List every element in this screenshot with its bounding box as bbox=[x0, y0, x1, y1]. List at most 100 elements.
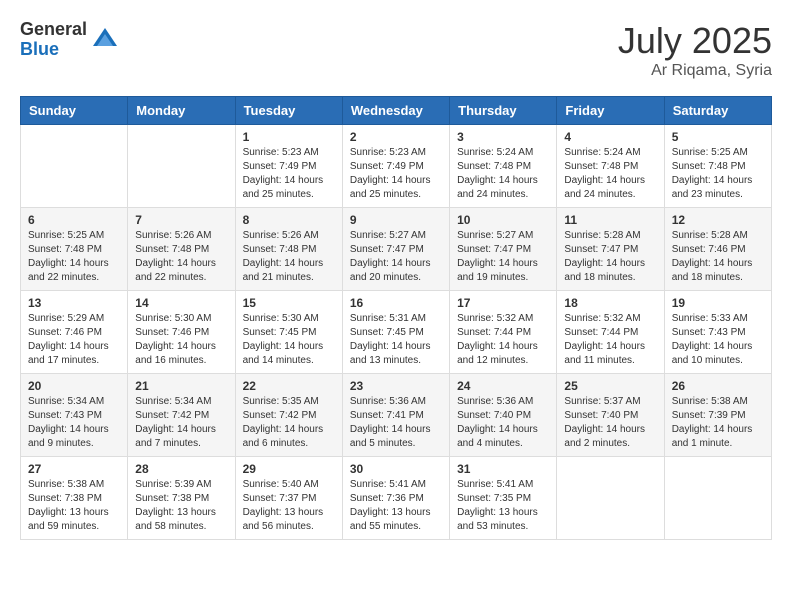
day-detail: Sunrise: 5:36 AMSunset: 7:40 PMDaylight:… bbox=[457, 395, 549, 451]
day-number: 3 bbox=[457, 130, 549, 144]
calendar-cell: 20 Sunrise: 5:34 AMSunset: 7:43 PMDayligh… bbox=[21, 374, 128, 457]
day-number: 25 bbox=[564, 379, 656, 393]
day-header-tuesday: Tuesday bbox=[235, 97, 342, 125]
calendar-cell: 9 Sunrise: 5:27 AMSunset: 7:47 PMDaylight… bbox=[342, 208, 449, 291]
day-detail: Sunrise: 5:23 AMSunset: 7:49 PMDaylight:… bbox=[243, 146, 335, 202]
day-detail: Sunrise: 5:41 AMSunset: 7:35 PMDaylight:… bbox=[457, 478, 549, 534]
calendar-cell: 17Sunrise: 5:32 AMSunset: 7:44 PMDayligh… bbox=[450, 291, 557, 374]
day-number: 19 bbox=[672, 296, 764, 310]
day-detail: Sunrise: 5:38 AMSunset: 7:38 PMDaylight:… bbox=[28, 478, 120, 534]
day-number: 1 bbox=[243, 130, 335, 144]
month-year-title: July 2025 bbox=[618, 20, 772, 62]
calendar-week-row: 1 Sunrise: 5:23 AMSunset: 7:49 PMDaylight… bbox=[21, 125, 772, 208]
day-detail: Sunrise: 5:24 AMSunset: 7:48 PMDaylight:… bbox=[457, 146, 549, 202]
calendar-cell: 24 Sunrise: 5:36 AMSunset: 7:40 PMDayligh… bbox=[450, 374, 557, 457]
calendar-cell bbox=[21, 125, 128, 208]
day-number: 23 bbox=[350, 379, 442, 393]
logo-blue-text: Blue bbox=[20, 40, 87, 60]
day-detail: Sunrise: 5:30 AMSunset: 7:45 PMDaylight:… bbox=[243, 312, 335, 368]
day-number: 12 bbox=[672, 213, 764, 227]
calendar-cell: 8Sunrise: 5:26 AMSunset: 7:48 PMDaylight… bbox=[235, 208, 342, 291]
calendar-cell: 7 Sunrise: 5:26 AMSunset: 7:48 PMDaylight… bbox=[128, 208, 235, 291]
calendar-cell: 2 Sunrise: 5:23 AMSunset: 7:49 PMDaylight… bbox=[342, 125, 449, 208]
day-detail: Sunrise: 5:25 AMSunset: 7:48 PMDaylight:… bbox=[672, 146, 764, 202]
calendar-table: SundayMondayTuesdayWednesdayThursdayFrid… bbox=[20, 96, 772, 540]
day-number: 16 bbox=[350, 296, 442, 310]
day-detail: Sunrise: 5:26 AMSunset: 7:48 PMDaylight:… bbox=[135, 229, 227, 285]
calendar-cell: 12 Sunrise: 5:28 AMSunset: 7:46 PMDayligh… bbox=[664, 208, 771, 291]
day-detail: Sunrise: 5:23 AMSunset: 7:49 PMDaylight:… bbox=[350, 146, 442, 202]
calendar-cell: 1 Sunrise: 5:23 AMSunset: 7:49 PMDaylight… bbox=[235, 125, 342, 208]
day-number: 30 bbox=[350, 462, 442, 476]
day-header-friday: Friday bbox=[557, 97, 664, 125]
calendar-cell: 19 Sunrise: 5:33 AMSunset: 7:43 PMDayligh… bbox=[664, 291, 771, 374]
day-number: 28 bbox=[135, 462, 227, 476]
calendar-week-row: 27 Sunrise: 5:38 AMSunset: 7:38 PMDayligh… bbox=[21, 457, 772, 540]
day-number: 26 bbox=[672, 379, 764, 393]
day-detail: Sunrise: 5:41 AMSunset: 7:36 PMDaylight:… bbox=[350, 478, 442, 534]
calendar-cell: 30 Sunrise: 5:41 AMSunset: 7:36 PMDayligh… bbox=[342, 457, 449, 540]
calendar-cell: 11 Sunrise: 5:28 AMSunset: 7:47 PMDayligh… bbox=[557, 208, 664, 291]
calendar-cell bbox=[128, 125, 235, 208]
location-subtitle: Ar Riqama, Syria bbox=[618, 62, 772, 80]
calendar-cell: 14 Sunrise: 5:30 AMSunset: 7:46 PMDayligh… bbox=[128, 291, 235, 374]
day-header-thursday: Thursday bbox=[450, 97, 557, 125]
day-detail: Sunrise: 5:32 AMSunset: 7:44 PMDaylight:… bbox=[457, 312, 549, 368]
calendar-cell: 13 Sunrise: 5:29 AMSunset: 7:46 PMDayligh… bbox=[21, 291, 128, 374]
calendar-cell: 31Sunrise: 5:41 AMSunset: 7:35 PMDayligh… bbox=[450, 457, 557, 540]
calendar-cell bbox=[557, 457, 664, 540]
page-header: General Blue July 2025 Ar Riqama, Syria bbox=[20, 20, 772, 80]
logo-icon bbox=[91, 26, 119, 54]
day-detail: Sunrise: 5:39 AMSunset: 7:38 PMDaylight:… bbox=[135, 478, 227, 534]
calendar-cell: 25Sunrise: 5:37 AMSunset: 7:40 PMDayligh… bbox=[557, 374, 664, 457]
day-detail: Sunrise: 5:38 AMSunset: 7:39 PMDaylight:… bbox=[672, 395, 764, 451]
day-detail: Sunrise: 5:30 AMSunset: 7:46 PMDaylight:… bbox=[135, 312, 227, 368]
day-number: 27 bbox=[28, 462, 120, 476]
calendar-week-row: 13 Sunrise: 5:29 AMSunset: 7:46 PMDayligh… bbox=[21, 291, 772, 374]
day-header-monday: Monday bbox=[128, 97, 235, 125]
day-number: 6 bbox=[28, 213, 120, 227]
day-number: 11 bbox=[564, 213, 656, 227]
day-detail: Sunrise: 5:27 AMSunset: 7:47 PMDaylight:… bbox=[457, 229, 549, 285]
day-detail: Sunrise: 5:25 AMSunset: 7:48 PMDaylight:… bbox=[28, 229, 120, 285]
day-detail: Sunrise: 5:29 AMSunset: 7:46 PMDaylight:… bbox=[28, 312, 120, 368]
day-number: 13 bbox=[28, 296, 120, 310]
day-detail: Sunrise: 5:28 AMSunset: 7:46 PMDaylight:… bbox=[672, 229, 764, 285]
calendar-cell: 18Sunrise: 5:32 AMSunset: 7:44 PMDayligh… bbox=[557, 291, 664, 374]
day-number: 21 bbox=[135, 379, 227, 393]
calendar-cell: 21 Sunrise: 5:34 AMSunset: 7:42 PMDayligh… bbox=[128, 374, 235, 457]
day-number: 20 bbox=[28, 379, 120, 393]
day-number: 7 bbox=[135, 213, 227, 227]
calendar-cell: 15 Sunrise: 5:30 AMSunset: 7:45 PMDayligh… bbox=[235, 291, 342, 374]
day-detail: Sunrise: 5:31 AMSunset: 7:45 PMDaylight:… bbox=[350, 312, 442, 368]
day-number: 14 bbox=[135, 296, 227, 310]
day-number: 2 bbox=[350, 130, 442, 144]
day-number: 5 bbox=[672, 130, 764, 144]
calendar-week-row: 6 Sunrise: 5:25 AMSunset: 7:48 PMDaylight… bbox=[21, 208, 772, 291]
calendar-cell: 4Sunrise: 5:24 AMSunset: 7:48 PMDaylight… bbox=[557, 125, 664, 208]
calendar-header-row: SundayMondayTuesdayWednesdayThursdayFrid… bbox=[21, 97, 772, 125]
logo: General Blue bbox=[20, 20, 119, 60]
day-header-wednesday: Wednesday bbox=[342, 97, 449, 125]
day-header-sunday: Sunday bbox=[21, 97, 128, 125]
day-detail: Sunrise: 5:26 AMSunset: 7:48 PMDaylight:… bbox=[243, 229, 335, 285]
calendar-week-row: 20 Sunrise: 5:34 AMSunset: 7:43 PMDayligh… bbox=[21, 374, 772, 457]
day-number: 24 bbox=[457, 379, 549, 393]
calendar-cell: 26 Sunrise: 5:38 AMSunset: 7:39 PMDayligh… bbox=[664, 374, 771, 457]
calendar-cell: 29Sunrise: 5:40 AMSunset: 7:37 PMDayligh… bbox=[235, 457, 342, 540]
calendar-cell: 5 Sunrise: 5:25 AMSunset: 7:48 PMDaylight… bbox=[664, 125, 771, 208]
calendar-cell: 10 Sunrise: 5:27 AMSunset: 7:47 PMDayligh… bbox=[450, 208, 557, 291]
day-detail: Sunrise: 5:34 AMSunset: 7:43 PMDaylight:… bbox=[28, 395, 120, 451]
day-detail: Sunrise: 5:33 AMSunset: 7:43 PMDaylight:… bbox=[672, 312, 764, 368]
day-number: 10 bbox=[457, 213, 549, 227]
day-number: 9 bbox=[350, 213, 442, 227]
day-number: 15 bbox=[243, 296, 335, 310]
logo-general-text: General bbox=[20, 20, 87, 40]
calendar-cell: 27 Sunrise: 5:38 AMSunset: 7:38 PMDayligh… bbox=[21, 457, 128, 540]
day-detail: Sunrise: 5:40 AMSunset: 7:37 PMDaylight:… bbox=[243, 478, 335, 534]
day-number: 4 bbox=[564, 130, 656, 144]
day-detail: Sunrise: 5:34 AMSunset: 7:42 PMDaylight:… bbox=[135, 395, 227, 451]
day-detail: Sunrise: 5:27 AMSunset: 7:47 PMDaylight:… bbox=[350, 229, 442, 285]
calendar-cell: 3 Sunrise: 5:24 AMSunset: 7:48 PMDaylight… bbox=[450, 125, 557, 208]
day-detail: Sunrise: 5:28 AMSunset: 7:47 PMDaylight:… bbox=[564, 229, 656, 285]
